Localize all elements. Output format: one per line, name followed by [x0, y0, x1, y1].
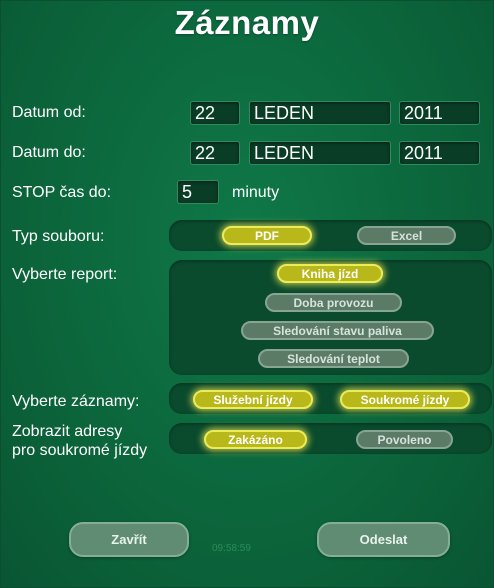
date-from-year-field[interactable]: 2011	[399, 101, 480, 125]
address-disabled-toggle[interactable]: Zakázáno	[204, 430, 307, 449]
report-sledovani-teplot-toggle[interactable]: Sledování teplot	[258, 349, 409, 368]
stop-time-label: STOP čas do:	[12, 184, 112, 201]
address-label: Zobrazit adresy pro soukromé jízdy	[12, 422, 147, 460]
file-type-pdf-toggle[interactable]: PDF	[222, 226, 312, 245]
date-from-day-field[interactable]: 22	[190, 101, 240, 125]
report-doba-provozu-toggle[interactable]: Doba provozu	[265, 293, 402, 312]
close-button[interactable]: Zavřít	[69, 522, 189, 557]
report-kniha-jizd-toggle[interactable]: Kniha jízd	[277, 264, 383, 283]
file-type-panel: PDF Excel	[169, 220, 492, 251]
report-sledovani-paliva-toggle[interactable]: Sledování stavu paliva	[241, 321, 434, 340]
records-panel: Služební jízdy Soukromé jízdy	[169, 383, 492, 414]
send-button[interactable]: Odeslat	[317, 522, 450, 557]
file-type-label: Typ souboru:	[12, 228, 105, 245]
date-from-label: Datum od:	[12, 104, 86, 121]
file-type-excel-toggle[interactable]: Excel	[357, 226, 456, 245]
page-title: Záznamy	[174, 4, 320, 41]
date-from-month-field[interactable]: LEDEN	[249, 101, 391, 125]
clock-readout: 09:58:59	[212, 543, 251, 554]
date-to-day-field[interactable]: 22	[190, 141, 240, 165]
report-label: Vyberte report:	[12, 266, 118, 283]
date-to-label: Datum do:	[12, 144, 86, 161]
address-label-line1: Zobrazit adresy	[12, 423, 123, 440]
stop-time-unit: minuty	[232, 184, 280, 201]
records-private-toggle[interactable]: Soukromé jízdy	[340, 390, 470, 409]
address-panel: Zakázáno Povoleno	[169, 423, 492, 454]
address-label-line2: pro soukromé jízdy	[12, 442, 148, 459]
address-enabled-toggle[interactable]: Povoleno	[356, 430, 453, 449]
date-to-year-field[interactable]: 2011	[399, 141, 480, 165]
date-to-month-field[interactable]: LEDEN	[249, 141, 391, 165]
records-label: Vyberte záznamy:	[12, 393, 140, 410]
records-business-toggle[interactable]: Služební jízdy	[193, 390, 313, 409]
stop-time-field[interactable]: 5	[177, 180, 219, 204]
report-panel: Kniha jízd Doba provozu Sledování stavu …	[169, 260, 492, 375]
